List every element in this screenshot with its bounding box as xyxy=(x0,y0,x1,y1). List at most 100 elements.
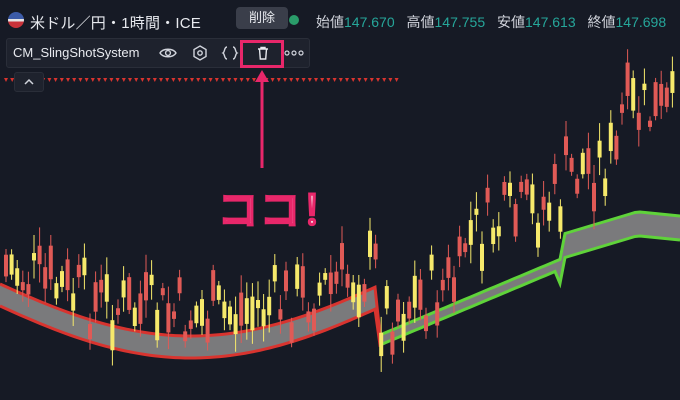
annotation-arrow xyxy=(255,70,269,168)
signal-marker xyxy=(307,78,312,82)
candle-body xyxy=(664,87,669,107)
candle-body xyxy=(82,257,87,276)
candle-body xyxy=(328,272,333,295)
candle-body xyxy=(9,254,14,275)
signal-marker xyxy=(177,78,182,82)
candle-body xyxy=(463,243,468,253)
candle-body xyxy=(121,280,126,298)
candle-body xyxy=(636,112,641,130)
candle-body xyxy=(384,286,389,309)
close-label: 終値 xyxy=(587,14,616,30)
candle-body xyxy=(172,311,176,319)
candle-body xyxy=(435,302,440,326)
candle-body xyxy=(323,273,328,280)
symbol-title[interactable]: 米ドル／円・1時間・ICE xyxy=(30,12,201,33)
eye-icon[interactable] xyxy=(157,42,179,64)
signal-marker xyxy=(109,78,114,82)
signal-marker xyxy=(190,78,194,82)
signal-marker xyxy=(208,78,213,82)
candle-body xyxy=(351,282,356,303)
candle-body xyxy=(390,331,395,355)
signal-marker xyxy=(221,78,225,82)
signal-marker xyxy=(53,78,58,82)
signal-marker xyxy=(320,78,325,82)
signal-marker xyxy=(289,78,294,82)
candle-body xyxy=(592,182,596,212)
candle-body xyxy=(468,220,473,245)
signal-markers xyxy=(4,78,399,82)
signal-marker xyxy=(171,78,176,82)
candle-body xyxy=(513,204,518,237)
candle-body xyxy=(4,254,8,277)
candle-body xyxy=(670,71,675,93)
candle-body xyxy=(43,267,48,289)
candle-body xyxy=(110,320,115,351)
signal-marker xyxy=(369,78,374,82)
candle-body xyxy=(496,226,501,237)
chevron-up-icon xyxy=(24,78,34,85)
candle-body xyxy=(160,288,165,296)
signal-marker xyxy=(146,78,151,82)
candle-body xyxy=(144,272,148,301)
source-code-icon[interactable] xyxy=(219,42,241,64)
signal-marker xyxy=(90,78,95,82)
candle-body xyxy=(457,236,462,257)
signal-marker xyxy=(314,78,318,82)
candle-body xyxy=(373,243,378,260)
candle-body xyxy=(149,274,154,286)
settings-icon[interactable] xyxy=(189,42,211,64)
market-status-icon xyxy=(289,15,299,25)
signal-marker xyxy=(338,78,343,82)
candle-body xyxy=(625,62,630,96)
candle-body xyxy=(345,273,350,288)
signal-marker xyxy=(183,78,188,82)
candle-body xyxy=(233,314,238,335)
candle-body xyxy=(614,135,619,160)
signal-marker xyxy=(165,78,170,82)
candle-body xyxy=(362,284,367,302)
candle-body xyxy=(368,230,372,257)
candle-body xyxy=(99,279,104,293)
candle-body xyxy=(216,285,221,300)
candle-body xyxy=(631,78,636,111)
candle-body xyxy=(418,279,423,310)
candle-body xyxy=(597,140,602,158)
candle-body xyxy=(228,306,232,325)
signal-marker xyxy=(152,78,157,82)
candle-body xyxy=(300,266,305,298)
candle-body xyxy=(564,136,568,156)
candle-body xyxy=(188,320,193,329)
candle-body xyxy=(132,307,137,327)
candle-body xyxy=(569,157,574,172)
signal-marker xyxy=(245,78,250,82)
signal-marker xyxy=(332,78,337,82)
candle-body xyxy=(474,208,479,215)
candle-body xyxy=(424,315,428,332)
candle-body xyxy=(659,83,664,106)
candle-body xyxy=(502,182,507,195)
more-icon[interactable] xyxy=(283,42,305,64)
candle-body xyxy=(104,274,109,302)
indicator-name[interactable]: CM_SlingShotSystem xyxy=(13,45,139,60)
candle-body xyxy=(401,313,406,341)
candle-body xyxy=(32,253,36,261)
collapse-legend-button[interactable] xyxy=(14,72,44,92)
signal-marker xyxy=(345,78,349,82)
candle-body xyxy=(155,309,160,341)
candle-body xyxy=(446,257,451,278)
candle-body xyxy=(278,309,283,320)
candle-body xyxy=(379,332,384,357)
candle-body xyxy=(200,299,204,326)
candle-body xyxy=(272,265,277,282)
signal-marker xyxy=(357,78,362,82)
signal-marker xyxy=(388,78,393,82)
candle-body xyxy=(317,282,322,296)
usd-jpy-flag-icon xyxy=(8,12,24,28)
signal-marker xyxy=(394,78,399,82)
chart-header: 米ドル／円・1時間・ICE 削除 始値147.670 高値147.755 安値1… xyxy=(0,0,680,42)
signal-marker xyxy=(301,78,306,82)
candle-body xyxy=(26,284,31,295)
candle-body xyxy=(575,178,580,194)
candle-body xyxy=(15,268,20,286)
candle-body xyxy=(603,178,608,197)
